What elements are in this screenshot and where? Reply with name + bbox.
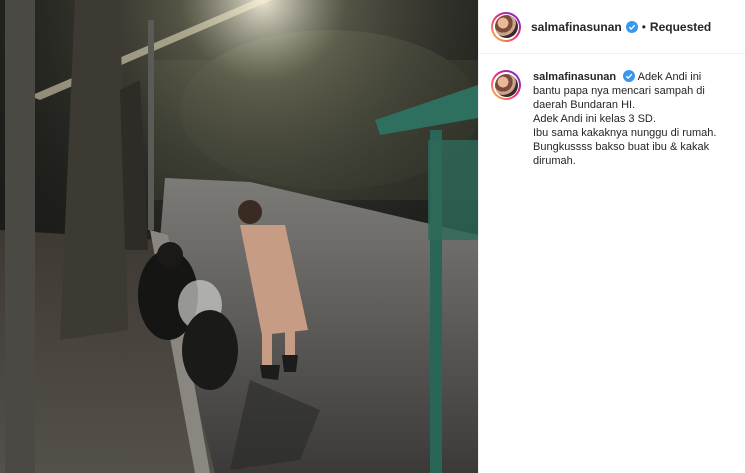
post-photo[interactable] bbox=[0, 0, 478, 473]
avatar[interactable] bbox=[491, 11, 521, 42]
caption-line-0: Adek Andi ini bbox=[637, 71, 702, 83]
caption-avatar-image bbox=[494, 73, 518, 97]
caption-line-2: daerah Bundaran HI. bbox=[533, 99, 636, 111]
night-street-photo bbox=[0, 0, 478, 473]
caption-avatar[interactable] bbox=[491, 70, 521, 100]
requested-button[interactable]: Requested bbox=[650, 20, 711, 34]
caption-line-3: Adek Andi ini kelas 3 SD. bbox=[533, 113, 656, 125]
header-username[interactable]: salmafinasunan bbox=[531, 20, 622, 34]
separator-dot: • bbox=[641, 19, 646, 34]
caption-text: salmafinasunan Adek Andi ini bantu papa … bbox=[533, 70, 733, 168]
caption-verified-badge-icon bbox=[623, 70, 636, 82]
verified-badge-icon bbox=[625, 20, 638, 33]
caption-line-4: Ibu sama kakaknya nunggu di rumah. bbox=[533, 127, 717, 139]
caption-line-1: bantu papa nya mencari sampah di bbox=[533, 85, 705, 97]
post-sidebar: salmafinasunan • Requested salmafinasuna… bbox=[478, 0, 745, 473]
caption-username[interactable]: salmafinasunan bbox=[533, 71, 616, 83]
post-header: salmafinasunan • Requested bbox=[479, 0, 745, 54]
caption-line-5: Bungkussss bakso buat ibu & kakak bbox=[533, 141, 710, 153]
caption-line-6: dirumah. bbox=[533, 155, 576, 167]
caption-comment: salmafinasunan Adek Andi ini bantu papa … bbox=[479, 54, 745, 168]
avatar-image bbox=[494, 15, 518, 38]
